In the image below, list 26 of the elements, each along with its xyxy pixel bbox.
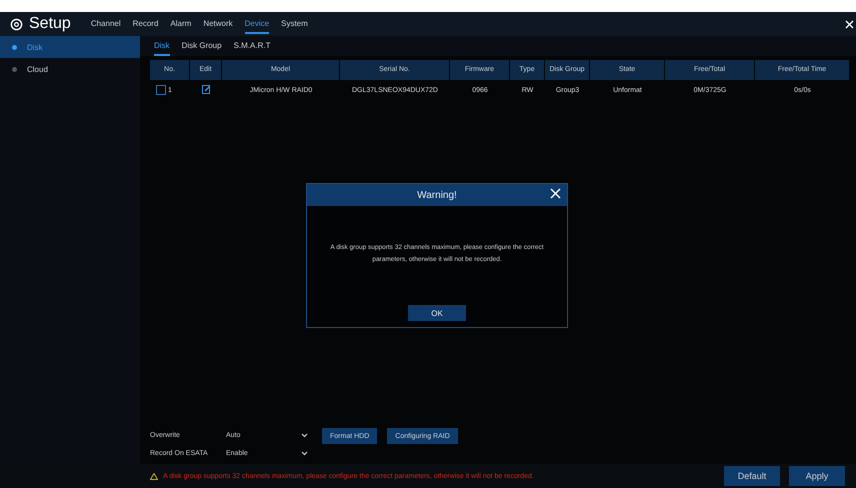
- close-icon: [550, 188, 561, 199]
- sub-tab[interactable]: Disk Group: [182, 36, 222, 56]
- chevron-down-icon: [301, 432, 308, 438]
- footer-button[interactable]: Apply: [789, 466, 845, 486]
- close-button[interactable]: [845, 20, 854, 28]
- sidebar-item[interactable]: Disk: [0, 36, 140, 58]
- dialog-title: Warning!: [417, 190, 457, 200]
- ok-button[interactable]: OK: [408, 305, 466, 321]
- sub-tab[interactable]: Disk: [154, 36, 170, 56]
- row-checkbox[interactable]: [156, 85, 166, 95]
- footer-button[interactable]: Default: [724, 466, 780, 486]
- settings-icon: [10, 18, 23, 30]
- nav-tab[interactable]: Channel: [90, 14, 121, 34]
- sidebar-item[interactable]: Cloud: [0, 58, 140, 80]
- dialog-close-button[interactable]: [550, 188, 561, 199]
- sub-tab[interactable]: S.M.A.R.T: [234, 36, 270, 56]
- edit-icon[interactable]: [202, 84, 210, 94]
- warning-icon: [150, 472, 158, 480]
- nav-tab[interactable]: System: [281, 14, 308, 34]
- chevron-down-icon: [301, 450, 308, 456]
- nav-tab[interactable]: Device: [244, 14, 270, 34]
- nav-tab[interactable]: Record: [132, 14, 158, 34]
- nav-tab[interactable]: Alarm: [170, 14, 192, 34]
- app-title: Setup: [29, 15, 71, 33]
- close-icon: [845, 20, 854, 28]
- nav-tab[interactable]: Network: [203, 14, 233, 34]
